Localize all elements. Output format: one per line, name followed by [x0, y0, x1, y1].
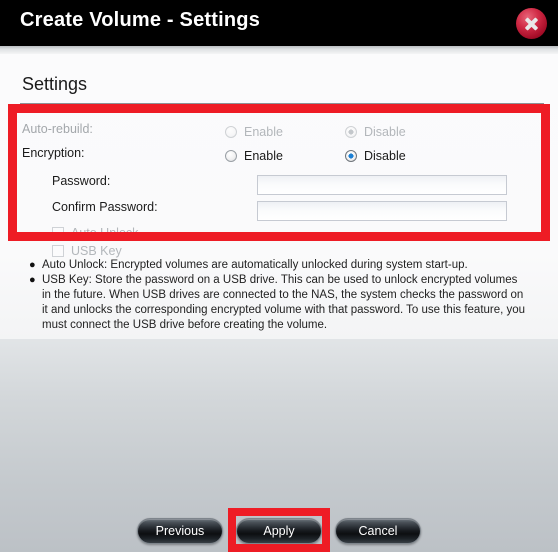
form-row-auto-rebuild: Auto-rebuild: Enable Disable	[0, 122, 558, 146]
checkbox-label-usb-key: USB Key	[71, 244, 122, 258]
radio-label-auto-rebuild-enable: Enable	[244, 125, 283, 139]
label-encryption: Encryption:	[22, 146, 85, 160]
label-confirm-password: Confirm Password:	[52, 200, 158, 214]
create-volume-settings-dialog: Create Volume - Settings Settings Auto-r…	[0, 0, 558, 552]
checkbox-auto-unlock: Auto Unlock	[52, 226, 138, 240]
dialog-content: Settings Auto-rebuild: Enable Disable En…	[0, 54, 558, 339]
cancel-button[interactable]: Cancel	[335, 518, 421, 544]
confirm-password-input[interactable]	[257, 201, 507, 221]
radio-dot-icon	[345, 126, 357, 138]
bullet-icon: ●	[29, 259, 36, 271]
page-title: Settings	[22, 74, 88, 94]
radio-auto-rebuild-disable: Disable	[345, 125, 406, 139]
heading-divider	[20, 103, 544, 104]
close-icon[interactable]	[516, 8, 547, 39]
help-text-block: ● Auto Unlock: Encrypted volumes are aut…	[29, 258, 529, 333]
radio-label-encryption-enable: Enable	[244, 149, 283, 163]
form-row-encryption: Encryption: Enable Disable	[0, 146, 558, 170]
radio-dot-icon	[225, 126, 237, 138]
checkbox-icon	[52, 245, 64, 257]
radio-dot-icon	[345, 150, 357, 162]
checkbox-label-auto-unlock: Auto Unlock	[71, 226, 139, 240]
help-item-text: Auto Unlock: Encrypted volumes are autom…	[42, 259, 468, 271]
help-item-auto-unlock: ● Auto Unlock: Encrypted volumes are aut…	[29, 258, 529, 273]
radio-label-auto-rebuild-disable: Disable	[364, 125, 406, 139]
close-x-glyph	[516, 8, 547, 39]
dialog-titlebar: Create Volume - Settings	[0, 0, 558, 46]
titlebar-shine-divider	[0, 46, 558, 54]
radio-encryption-enable[interactable]: Enable	[225, 149, 283, 163]
form-row-password: Password:	[0, 174, 558, 198]
radio-dot-icon	[225, 150, 237, 162]
radio-label-encryption-disable: Disable	[364, 149, 406, 163]
checkbox-icon	[52, 227, 64, 239]
apply-button[interactable]: Apply	[236, 518, 322, 544]
previous-button[interactable]: Previous	[137, 518, 223, 544]
help-item-usb-key: ● USB Key: Store the password on a USB d…	[29, 273, 529, 333]
label-auto-rebuild: Auto-rebuild:	[22, 122, 93, 136]
label-password: Password:	[52, 174, 111, 188]
form-row-confirm-password: Confirm Password:	[0, 200, 558, 224]
bullet-icon: ●	[29, 274, 36, 286]
password-input[interactable]	[257, 175, 507, 195]
radio-auto-rebuild-enable: Enable	[225, 125, 283, 139]
help-item-text: USB Key: Store the password on a USB dri…	[42, 274, 526, 331]
dialog-title: Create Volume - Settings	[20, 9, 261, 31]
radio-encryption-disable[interactable]: Disable	[345, 149, 406, 163]
checkbox-usb-key: USB Key	[52, 244, 122, 258]
